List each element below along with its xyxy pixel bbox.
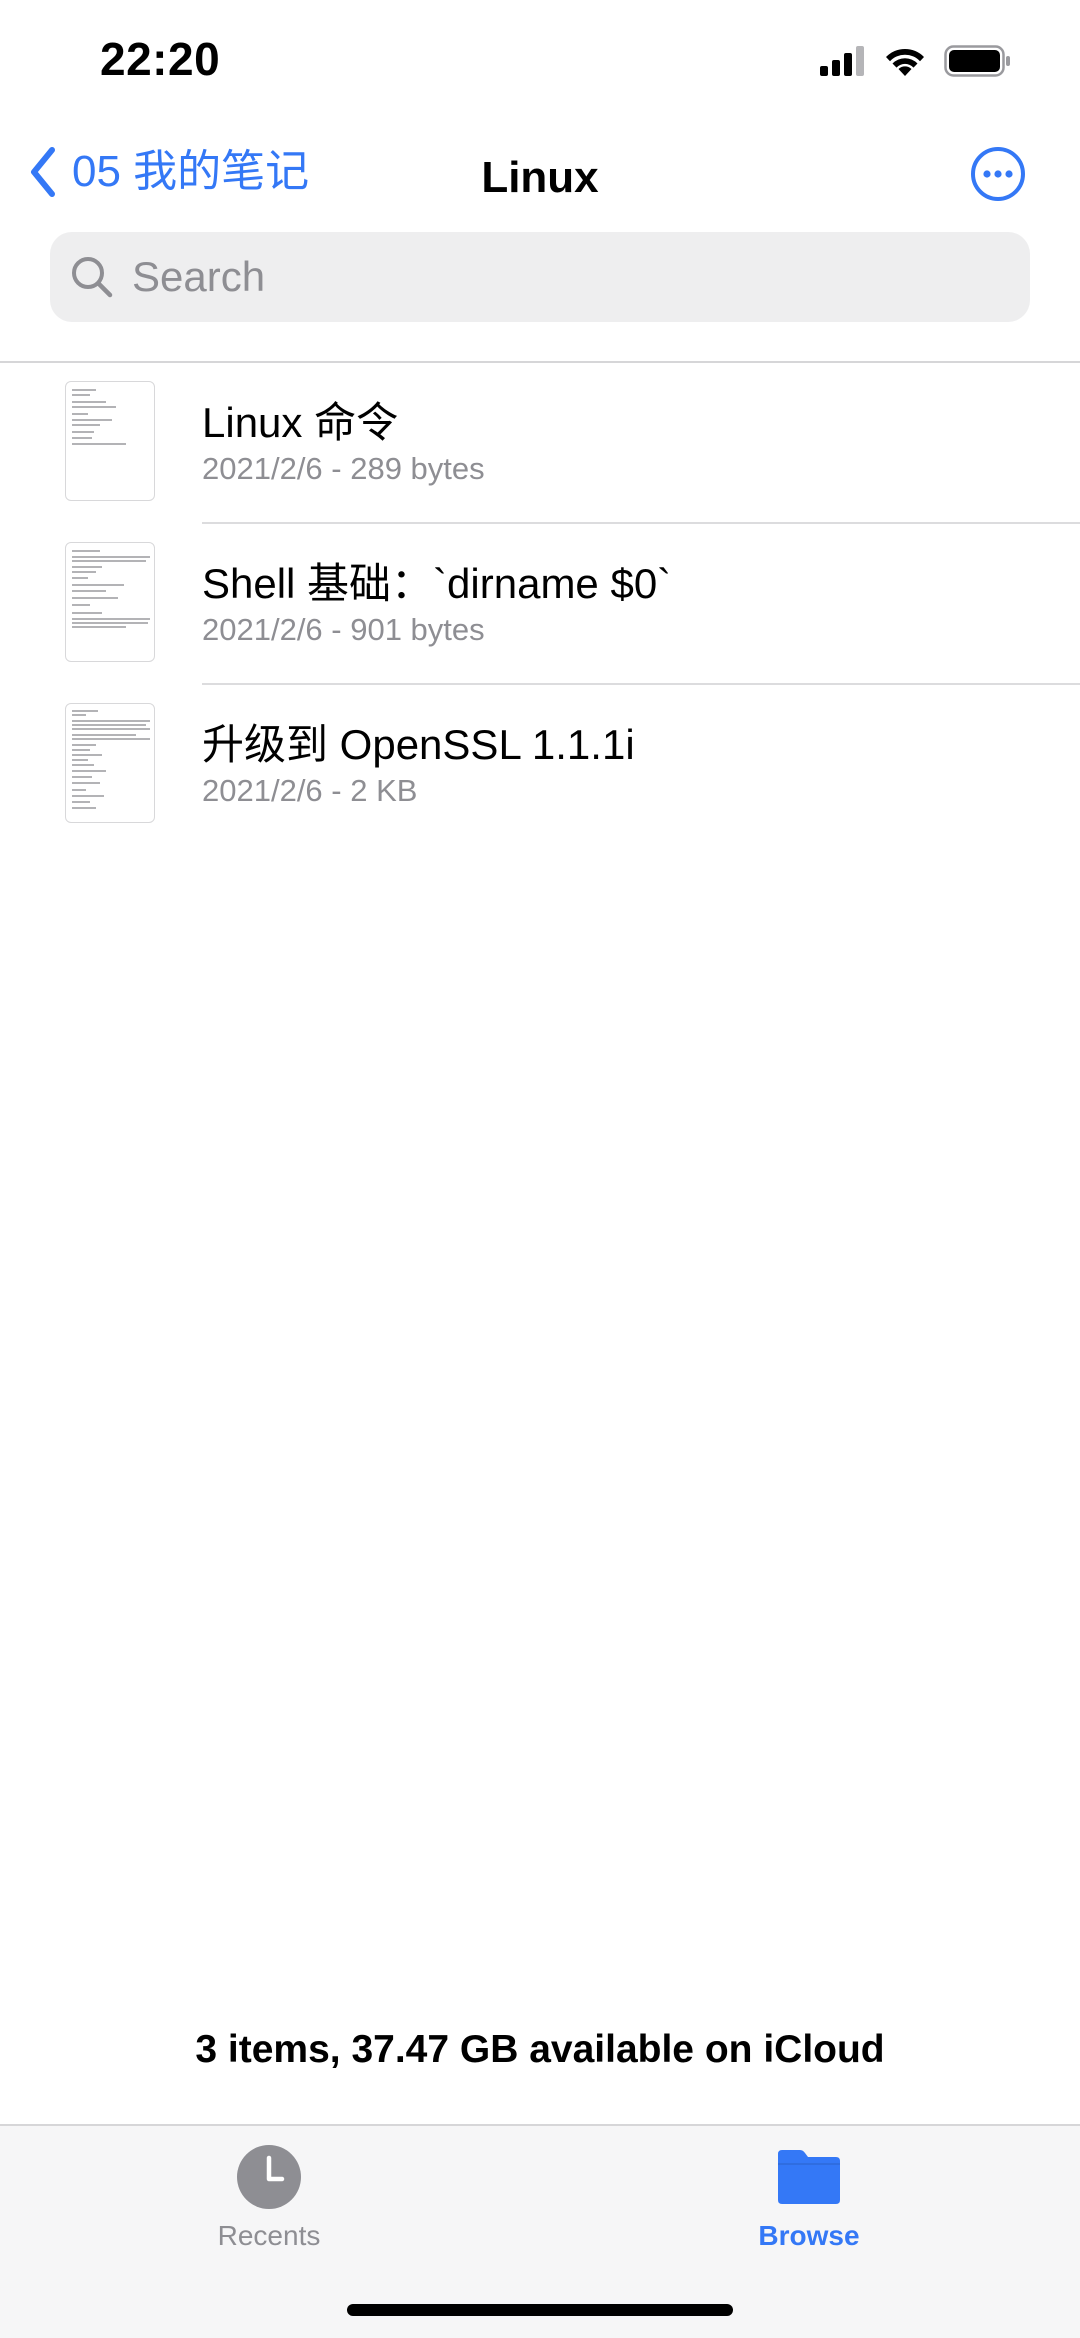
file-name: Shell 基础：`dirname $0` <box>202 560 672 607</box>
ellipsis-circle-icon[interactable] <box>970 146 1026 202</box>
wifi-icon <box>886 48 924 76</box>
signal-icon <box>820 46 864 76</box>
status-bar: 22:20 <box>0 0 1080 120</box>
file-meta: 2021/2/6 - 2 KB <box>202 773 418 808</box>
tab-recents[interactable]: Recents <box>169 2144 369 2252</box>
file-row[interactable]: Linux 命令 2021/2/6 - 289 bytes <box>0 363 1080 524</box>
file-info: 升级到 OpenSSL 1.1.1i 2021/2/6 - 2 KB <box>202 719 635 811</box>
search-icon <box>72 257 113 298</box>
home-indicator[interactable] <box>347 2304 733 2316</box>
document-thumbnail-icon <box>65 542 155 662</box>
document-thumbnail-icon <box>65 381 155 501</box>
tab-label: Browse <box>758 2220 860 2251</box>
file-row[interactable]: Shell 基础：`dirname $0` 2021/2/6 - 901 byt… <box>0 524 1080 685</box>
file-info: Linux 命令 2021/2/6 - 289 bytes <box>202 397 485 489</box>
status-time: 22:20 <box>100 33 221 85</box>
clock-icon <box>237 2145 301 2209</box>
page-title: Linux <box>481 153 599 202</box>
file-info: Shell 基础：`dirname $0` 2021/2/6 - 901 byt… <box>202 558 671 650</box>
file-row[interactable]: 升级到 OpenSSL 1.1.1i 2021/2/6 - 2 KB <box>0 685 1080 846</box>
file-list: Linux 命令 2021/2/6 - 289 bytes Shell 基础：`… <box>0 363 1080 846</box>
tab-label: Recents <box>217 2220 321 2251</box>
search-bar[interactable] <box>50 232 1030 322</box>
storage-summary: 3 items, 37.47 GB available on iCloud <box>195 2028 885 2071</box>
file-name: 升级到 OpenSSL 1.1.1i <box>202 721 635 768</box>
status-icons <box>820 38 1012 84</box>
file-name: Linux 命令 <box>202 399 399 446</box>
folder-icon <box>778 2150 840 2204</box>
tab-browse[interactable]: Browse <box>709 2144 909 2252</box>
search-input[interactable] <box>130 252 994 302</box>
file-meta: 2021/2/6 - 901 bytes <box>202 612 485 647</box>
file-meta: 2021/2/6 - 289 bytes <box>202 451 485 486</box>
nav-bar: 05 我的笔记 Linux <box>0 130 1080 220</box>
battery-icon <box>944 45 1010 77</box>
document-thumbnail-icon <box>65 703 155 823</box>
